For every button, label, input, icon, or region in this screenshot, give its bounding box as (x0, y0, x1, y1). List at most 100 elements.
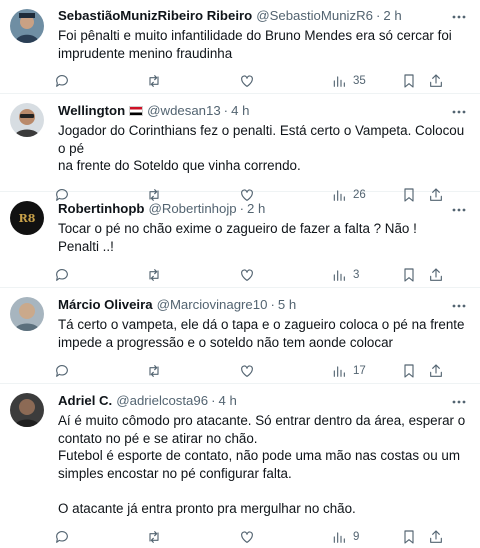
retweet-icon (149, 531, 159, 543)
user-handle[interactable]: @Robertinhojp (148, 200, 236, 218)
user-handle[interactable]: @wdesan13 (147, 102, 221, 120)
bookmark-button[interactable] (401, 363, 428, 379)
views-count: 9 (353, 531, 360, 543)
views-icon (333, 366, 345, 377)
tweet-header: SebastiãoMunizRibeiro Ribeiro @SebastioM… (58, 0, 468, 25)
tweet-text: Tocar o pé no chão exime o zagueiro de f… (58, 221, 417, 254)
flag-icon (129, 106, 144, 116)
views-button[interactable]: 35 (331, 73, 401, 89)
like-button[interactable] (239, 363, 331, 379)
share-icon (430, 364, 442, 377)
share-button[interactable] (428, 267, 448, 283)
more-icon[interactable] (450, 103, 468, 121)
tweet[interactable]: Wellington @wdesan13 · 4 h Jogador do Co… (0, 94, 480, 202)
tweet-text: Tá certo o vampeta, ele dá o tapa e o za… (58, 317, 465, 350)
tweet[interactable]: Adriel C. @adrielcosta96 · 4 h Aí é muit… (0, 384, 480, 548)
views-icon (333, 76, 345, 87)
like-button[interactable] (239, 529, 331, 545)
share-button[interactable] (428, 529, 448, 545)
reply-button[interactable] (54, 267, 146, 283)
share-icon (430, 268, 442, 281)
reply-icon (56, 75, 68, 87)
retweet-button[interactable] (146, 363, 239, 379)
separator-dot: · (239, 201, 245, 216)
tweet[interactable]: Márcio Oliveira @Marciovinagre10 · 5 h T… (0, 288, 480, 384)
retweet-button[interactable] (146, 267, 239, 283)
display-name[interactable]: Márcio Oliveira (58, 296, 153, 314)
action-bar: 9 (54, 526, 468, 548)
timestamp[interactable]: 4 h (231, 102, 249, 120)
share-icon (430, 74, 442, 87)
more-icon[interactable] (450, 8, 468, 26)
views-button[interactable]: 3 (331, 267, 401, 283)
like-icon (241, 365, 253, 377)
action-bar: 17 (54, 360, 468, 382)
more-icon[interactable] (450, 201, 468, 219)
user-handle[interactable]: @Marciovinagre10 (157, 296, 268, 314)
separator-dot: · (211, 393, 216, 408)
retweet-icon (149, 269, 159, 281)
reply-button[interactable] (54, 363, 146, 379)
display-name[interactable]: SebastiãoMunizRibeiro Ribeiro (58, 7, 252, 25)
tweet-text: Jogador do Corinthians fez o penalti. Es… (58, 123, 465, 173)
display-name[interactable]: Robertinhopb (58, 200, 144, 218)
tweet[interactable]: SebastiãoMunizRibeiro Ribeiro @SebastioM… (0, 0, 480, 94)
reply-icon (56, 531, 68, 543)
share-icon (430, 530, 442, 543)
views-count: 3 (353, 269, 360, 281)
tweet[interactable]: R8 Robertinhopb @Robertinhojp · 2 h Toca… (0, 192, 480, 288)
retweet-button[interactable] (146, 529, 239, 545)
reply-button[interactable] (54, 73, 146, 89)
like-button[interactable] (239, 73, 331, 89)
like-button[interactable] (239, 267, 331, 283)
retweet-icon (149, 75, 159, 87)
separator-dot: · (270, 297, 275, 312)
timestamp[interactable]: 2 h (247, 200, 265, 218)
avatar[interactable] (10, 393, 44, 427)
bookmark-button[interactable] (401, 529, 428, 545)
tweet-header: Wellington @wdesan13 · 4 h (58, 94, 468, 120)
timestamp[interactable]: 5 h (278, 296, 296, 314)
bookmark-icon (404, 268, 414, 282)
views-button[interactable]: 17 (331, 363, 401, 379)
avatar[interactable] (10, 103, 44, 137)
views-count: 17 (353, 365, 366, 377)
views-icon (333, 270, 345, 281)
timestamp[interactable]: 2 h (383, 7, 401, 25)
more-icon[interactable] (450, 297, 468, 315)
views-button[interactable]: 9 (331, 529, 401, 545)
share-button[interactable] (428, 363, 448, 379)
retweet-button[interactable] (146, 73, 239, 89)
reply-button[interactable] (54, 529, 146, 545)
user-handle[interactable]: @adrielcosta96 (116, 392, 208, 410)
avatar[interactable] (10, 297, 44, 331)
bookmark-icon (404, 364, 414, 378)
like-icon (241, 269, 253, 281)
tweet-header: Adriel C. @adrielcosta96 · 4 h (58, 384, 468, 410)
separator-dot: · (223, 103, 229, 118)
action-bar: 3 (54, 264, 468, 286)
like-icon (241, 531, 253, 543)
like-icon (241, 75, 253, 87)
more-icon[interactable] (450, 393, 468, 411)
action-bar: 35 (54, 70, 468, 92)
reply-icon (56, 365, 68, 377)
bookmark-button[interactable] (401, 267, 428, 283)
display-name[interactable]: Wellington (58, 102, 125, 120)
bookmark-button[interactable] (401, 73, 428, 89)
avatar[interactable] (10, 9, 44, 43)
user-handle[interactable]: @SebastioMunizR6 (256, 7, 373, 25)
views-count: 35 (353, 75, 366, 87)
timestamp[interactable]: 4 h (218, 392, 236, 410)
reply-feed: SebastiãoMunizRibeiro Ribeiro @SebastioM… (0, 0, 480, 548)
tweet-header: Robertinhopb @Robertinhojp · 2 h (58, 192, 468, 218)
reply-icon (56, 269, 68, 281)
views-icon (333, 532, 345, 543)
tweet-header: Márcio Oliveira @Marciovinagre10 · 5 h (58, 288, 468, 314)
share-button[interactable] (428, 73, 448, 89)
bookmark-icon (404, 74, 414, 88)
avatar[interactable]: R8 (10, 201, 44, 235)
retweet-icon (149, 365, 159, 377)
separator-dot: · (375, 8, 381, 23)
display-name[interactable]: Adriel C. (58, 392, 112, 410)
